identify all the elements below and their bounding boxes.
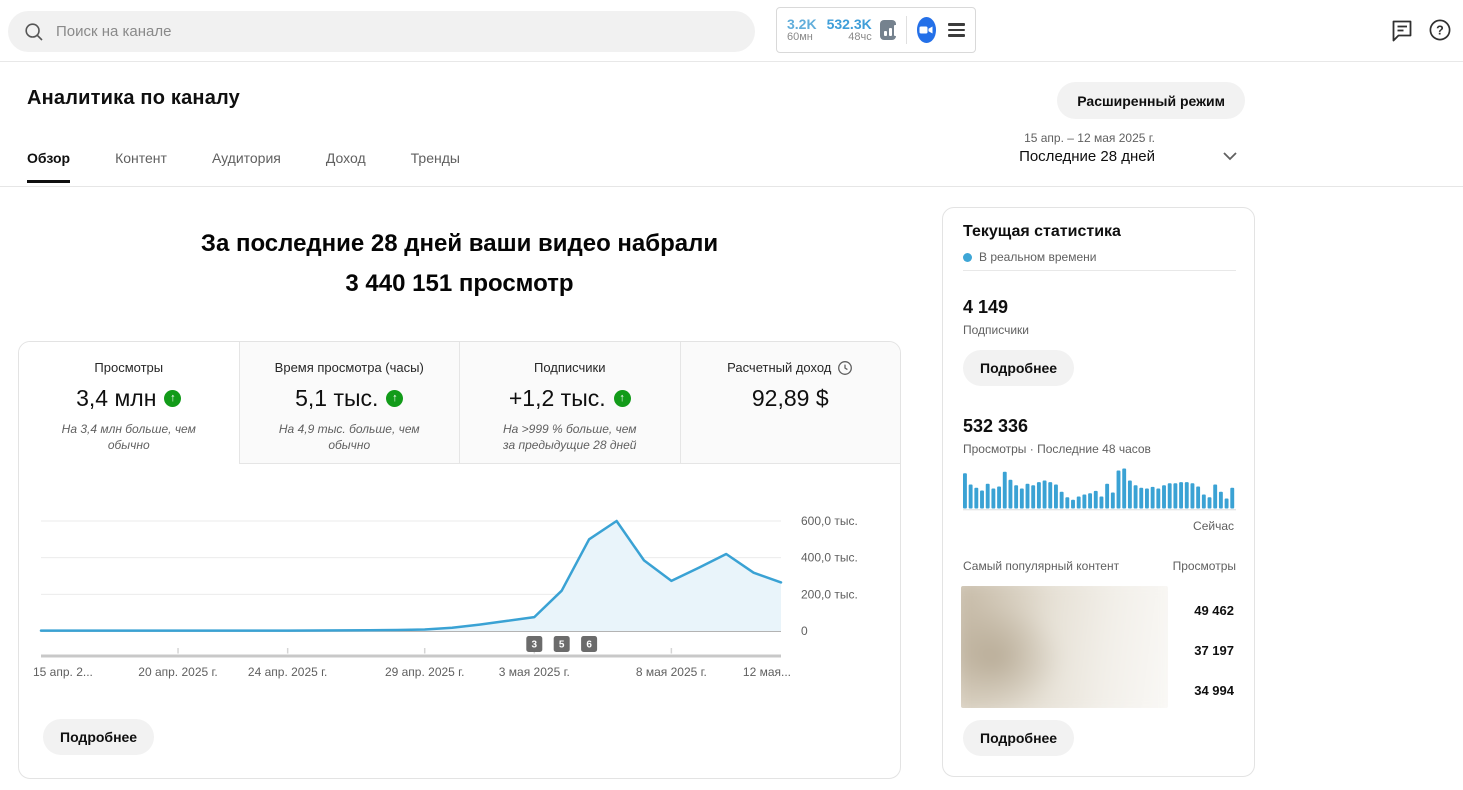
svg-text:3 мая 2025 г.: 3 мая 2025 г. xyxy=(499,665,570,679)
advanced-mode-button[interactable]: Расширенный режим xyxy=(1057,82,1245,119)
stat-value: 3.2K xyxy=(787,17,817,32)
feedback-icon[interactable] xyxy=(1390,18,1414,44)
svg-text:8 мая 2025 г.: 8 мая 2025 г. xyxy=(636,665,707,679)
svg-text:24 апр. 2025 г.: 24 апр. 2025 г. xyxy=(248,665,327,679)
subscribers-count: 4 149 xyxy=(963,297,1008,318)
svg-text:400,0 тыс.: 400,0 тыс. xyxy=(801,551,858,565)
top-content-row-views: 37 197 xyxy=(1194,643,1234,658)
svg-text:600,0 тыс.: 600,0 тыс. xyxy=(801,514,858,528)
svg-text:5: 5 xyxy=(559,640,565,651)
top-content-views-header: Просмотры xyxy=(1173,559,1236,573)
divider xyxy=(963,270,1236,271)
channel-search[interactable] xyxy=(8,11,755,52)
metric-label: Время просмотра (часы) xyxy=(275,360,424,375)
video-camera-icon xyxy=(918,22,934,38)
views-48h-bar-chart[interactable] xyxy=(963,466,1236,517)
views-48h-label: Просмотры · Последние 48 часов xyxy=(963,442,1151,456)
views-48h-stat: 532.3K 48чс xyxy=(827,17,872,43)
tab-revenue[interactable]: Доход xyxy=(326,150,366,183)
metric-subtitle: На >999 % больше, чем за предыдущие 28 д… xyxy=(460,421,680,453)
metric-subtitle: На 3,4 млн больше, чем обычно xyxy=(19,421,239,453)
metric-card-watch-time[interactable]: Время просмотра (часы) 5,1 тыс. ↑ На 4,9… xyxy=(239,342,460,464)
trend-up-icon: ↑ xyxy=(386,390,403,407)
realtime-status: В реальном времени xyxy=(963,250,1096,264)
top-content-thumbnails-blurred[interactable] xyxy=(961,586,1168,708)
chart-details-button[interactable]: Подробнее xyxy=(43,719,154,755)
views-headline: За последние 28 дней ваши видео набрали … xyxy=(18,224,901,304)
metric-label: Подписчики xyxy=(534,360,606,375)
date-range-text: 15 апр. – 12 мая 2025 г. xyxy=(1019,131,1155,145)
stat-label: 60мн xyxy=(787,32,817,44)
metric-card-subscribers[interactable]: Подписчики +1,2 тыс. ↑ На >999 % больше,… xyxy=(459,342,680,464)
top-content-details-button[interactable]: Подробнее xyxy=(963,720,1074,756)
help-icon[interactable]: ? xyxy=(1428,18,1452,42)
trend-up-icon: ↑ xyxy=(164,390,181,407)
metric-subtitle: На 4,9 тыс. больше, чем обычно xyxy=(240,421,460,453)
realtime-label: В реальном времени xyxy=(979,250,1096,264)
stat-label: 48чс xyxy=(827,32,872,44)
svg-text:3: 3 xyxy=(532,640,538,651)
svg-text:?: ? xyxy=(1436,24,1444,38)
realtime-stats-card: Текущая статистика В реальном времени 4 … xyxy=(942,207,1255,777)
analytics-tabs: Обзор Контент Аудитория Доход Тренды xyxy=(27,150,460,183)
tab-audience[interactable]: Аудитория xyxy=(212,150,281,183)
page-title: Аналитика по каналу xyxy=(27,87,240,110)
metric-value: +1,2 тыс. xyxy=(509,385,606,412)
svg-text:6: 6 xyxy=(586,640,592,651)
svg-text:200,0 тыс.: 200,0 тыс. xyxy=(801,587,858,601)
youtube-studio-analytics-page: 3.2K 60мн 532.3K 48чс xyxy=(0,0,1463,790)
top-content-row-views: 49 462 xyxy=(1194,603,1234,618)
overview-chart-card: Просмотры 3,4 млн ↑ На 3,4 млн больше, ч… xyxy=(18,341,901,779)
tabs-divider xyxy=(0,186,1463,187)
views-trend-chart[interactable]: 600,0 тыс. 400,0 тыс. 200,0 тыс. 0 15 апр. 2… xyxy=(19,464,901,714)
top-content-header: Самый популярный контент xyxy=(963,559,1119,573)
mini-analytics-icon xyxy=(880,20,896,40)
metric-label: Расчетный доход xyxy=(727,360,831,375)
svg-text:0: 0 xyxy=(801,624,808,638)
tab-overview[interactable]: Обзор xyxy=(27,150,70,183)
realtime-card-title: Текущая статистика xyxy=(963,223,1121,241)
clock-icon xyxy=(837,360,853,376)
subscribers-details-button[interactable]: Подробнее xyxy=(963,350,1074,386)
tab-content[interactable]: Контент xyxy=(115,150,167,183)
metric-card-revenue[interactable]: Расчетный доход 92,89 $ xyxy=(680,342,901,464)
chevron-down-icon[interactable] xyxy=(1220,146,1240,166)
svg-text:12 мая...: 12 мая... xyxy=(743,665,791,679)
topbar: 3.2K 60мн 532.3K 48чс xyxy=(0,0,1463,62)
tab-trends[interactable]: Тренды xyxy=(411,150,460,183)
views-48h-count: 532 336 xyxy=(963,416,1028,437)
metric-tabs-row: Просмотры 3,4 млн ↑ На 3,4 млн больше, ч… xyxy=(19,342,900,464)
metric-value: 3,4 млн xyxy=(76,385,156,412)
metric-label: Просмотры xyxy=(94,360,163,375)
metric-card-views[interactable]: Просмотры 3,4 млн ↑ На 3,4 млн больше, ч… xyxy=(19,342,239,464)
svg-text:20 апр. 2025 г.: 20 апр. 2025 г. xyxy=(138,665,217,679)
stat-value: 532.3K xyxy=(827,17,872,32)
watch-minutes-stat: 3.2K 60мн xyxy=(787,17,817,43)
blurred-thumbnail-image xyxy=(961,586,1168,708)
subscribers-label: Подписчики xyxy=(963,323,1029,337)
date-preset-text: Последние 28 дней xyxy=(1019,148,1155,165)
headline-line1: За последние 28 дней ваши видео набрали xyxy=(18,224,901,264)
trend-up-icon: ↑ xyxy=(614,390,631,407)
metric-value: 92,89 $ xyxy=(752,385,829,412)
date-range-selector[interactable]: 15 апр. – 12 мая 2025 г. Последние 28 дн… xyxy=(1019,131,1155,165)
top-content-row-views: 34 994 xyxy=(1194,683,1234,698)
live-dot-icon xyxy=(963,253,972,262)
channel-avatar[interactable] xyxy=(917,17,936,43)
search-input[interactable] xyxy=(56,23,656,40)
divider xyxy=(906,16,907,44)
metric-value: 5,1 тыс. xyxy=(295,385,378,412)
top-content-header-row: Самый популярный контент Просмотры xyxy=(963,559,1236,573)
svg-text:29 апр. 2025 г.: 29 апр. 2025 г. xyxy=(385,665,464,679)
menu-icon[interactable] xyxy=(948,23,965,36)
now-label: Сейчас xyxy=(1193,519,1234,533)
svg-text:15 апр. 2...: 15 апр. 2... xyxy=(33,665,93,679)
quick-stats-widget[interactable]: 3.2K 60мн 532.3K 48чс xyxy=(776,7,976,53)
search-icon xyxy=(24,22,44,42)
headline-line2: 3 440 151 просмотр xyxy=(18,264,901,304)
